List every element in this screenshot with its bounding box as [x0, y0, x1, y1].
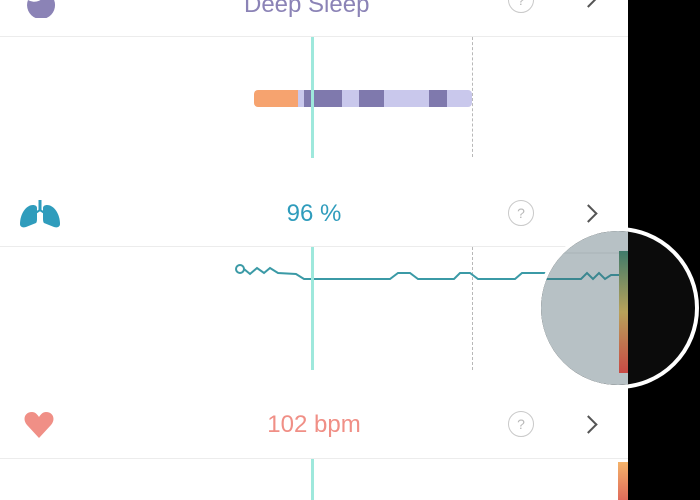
spo2-chart [0, 247, 628, 370]
chart-dashed-marker [472, 37, 473, 157]
stage-deep-segment [359, 90, 384, 107]
heart-rate-row[interactable]: 102 bpm ? [0, 392, 628, 458]
deep-sleep-label: Deep Sleep [244, 0, 370, 18]
stage-light-segment [384, 90, 429, 107]
magnifier-lens [537, 227, 699, 389]
deep-sleep-chevron-icon[interactable] [579, 0, 598, 8]
heart-rate-help-button[interactable]: ? [508, 411, 534, 437]
stage-light-segment [342, 90, 359, 107]
time-cursor-line[interactable] [311, 247, 314, 370]
chart-color-strip [618, 462, 628, 500]
magnified-area [541, 231, 628, 385]
stage-light-segment [447, 90, 472, 107]
stage-deep-segment [429, 90, 447, 107]
time-cursor-line[interactable] [311, 459, 314, 500]
spo2-help-button[interactable]: ? [508, 200, 534, 226]
spo2-start-point [235, 264, 245, 274]
stage-deep-segment [304, 90, 342, 107]
time-cursor-line[interactable] [311, 37, 314, 158]
deep-sleep-help-button[interactable]: ? [508, 0, 534, 13]
magnified-color-strip [619, 251, 628, 373]
deep-sleep-row[interactable]: Deep Sleep ? [0, 0, 628, 36]
stage-awake-segment [254, 90, 298, 107]
magnified-spo2-line [541, 252, 628, 281]
spo2-row[interactable]: 96 % ? [0, 180, 628, 246]
moon-icon [27, 0, 55, 18]
app-screen: Deep Sleep ? 96 % ? 102 bpm ? [0, 0, 628, 500]
sleep-stages-chart [0, 37, 628, 157]
sleep-stage-bar [254, 90, 472, 107]
spo2-line-chart [235, 264, 600, 280]
divider [0, 458, 628, 459]
